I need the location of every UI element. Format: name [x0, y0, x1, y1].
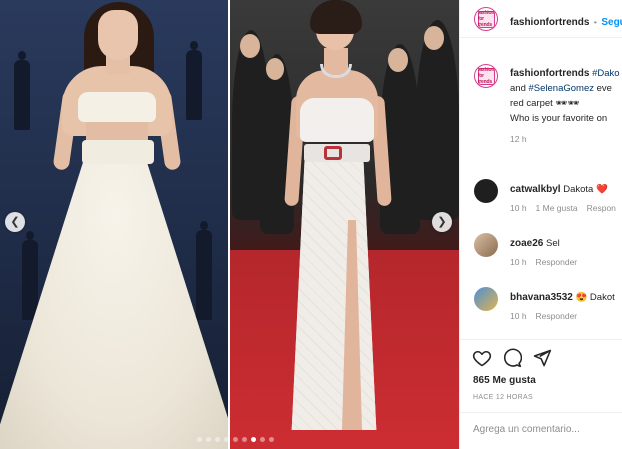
comment-username[interactable]: catwalkbyl	[510, 184, 561, 195]
avatar[interactable]: fashion for trends	[474, 64, 498, 88]
comments-list[interactable]: fashion for trends fashionfortrends #Dak…	[460, 39, 622, 339]
separator-dot: •	[593, 17, 597, 27]
crowd-face	[240, 34, 260, 58]
post-header: fashion for trends fashionfortrends • Se…	[460, 0, 622, 38]
comment-username[interactable]: zoae26	[510, 238, 543, 249]
backdrop-statue	[22, 231, 38, 320]
post-side-panel: fashion for trends fashionfortrends • Se…	[459, 0, 622, 449]
comment-meta: 10 h Responder	[510, 257, 586, 267]
carousel-indicator	[197, 437, 274, 442]
backdrop-statue	[196, 221, 212, 320]
carousel-dot	[206, 437, 211, 442]
comment-body: Sel	[546, 238, 560, 249]
caption-text: and	[510, 83, 529, 94]
comment-time: 10 h	[510, 257, 527, 267]
figure-face	[98, 10, 138, 60]
heart-icon[interactable]	[472, 348, 492, 368]
comment-body: 😍 Dakot	[575, 292, 615, 303]
carousel-dot	[215, 437, 220, 442]
add-comment-bar	[460, 412, 622, 449]
dress-skirt	[291, 160, 377, 430]
comment-row: zoae26 Sel 10 h Responder	[460, 233, 622, 277]
crowd-face	[266, 58, 284, 80]
post-actions: 865 Me gusta HACE 12 HORAS	[460, 339, 622, 449]
caption-username[interactable]: fashionfortrends	[510, 68, 589, 79]
caption-text: red carpet 🕶🕶	[510, 98, 580, 109]
photo-right-selena	[230, 0, 459, 449]
comment-row: bhavana3532 😍 Dakot 10 h Responder	[460, 287, 622, 331]
carousel-dot	[224, 437, 229, 442]
comment-username[interactable]: bhavana3532	[510, 292, 573, 303]
comment-row: catwalkbyl Dakota ❤️ 10 h 1 Me gusta Respon	[460, 179, 622, 223]
carousel-dot	[242, 437, 247, 442]
caption-text: Who is your favorite on	[510, 113, 608, 124]
carousel-dot	[269, 437, 274, 442]
carousel-prev-button[interactable]: ❮	[5, 212, 25, 232]
post-time-ago: HACE 12 HORAS	[473, 394, 533, 401]
avatar[interactable]: fashion for trends	[474, 7, 498, 31]
likes-count[interactable]: 865 Me gusta	[473, 375, 536, 386]
carousel-next-button[interactable]: ❯	[432, 212, 452, 232]
comment-time: 10 h	[510, 203, 527, 213]
comment-text: bhavana3532 😍 Dakot	[510, 292, 615, 303]
comment-likes[interactable]: 1 Me gusta	[536, 203, 578, 213]
carousel-dot	[251, 437, 256, 442]
avatar[interactable]	[474, 233, 498, 257]
comment-meta: 10 h Responder	[510, 311, 586, 321]
chevron-right-icon: ❯	[437, 215, 447, 228]
comment-text: zoae26 Sel	[510, 238, 560, 249]
carousel-dot	[233, 437, 238, 442]
photo-left-dakota	[0, 0, 228, 449]
crowd-person	[416, 20, 459, 220]
comment-meta: 10 h 1 Me gusta Respon	[510, 203, 622, 213]
figure-hair	[310, 0, 362, 34]
crowd-face	[424, 26, 444, 50]
hashtag-link[interactable]: #SelenaGomez	[529, 83, 594, 94]
paper-plane-icon[interactable]	[532, 348, 552, 368]
chevron-left-icon: ❮	[10, 215, 20, 228]
comment-input[interactable]	[473, 424, 618, 435]
brand-logo-icon: fashion for trends	[477, 10, 495, 28]
backdrop-statue	[186, 41, 202, 120]
comment-bubble-icon[interactable]	[502, 348, 522, 368]
comment-text: catwalkbyl Dakota ❤️	[510, 184, 608, 195]
caption-text: eve	[593, 83, 612, 94]
crowd-face	[388, 48, 408, 72]
carousel-dot	[260, 437, 265, 442]
avatar[interactable]	[474, 179, 498, 203]
carousel-dot	[197, 437, 202, 442]
belt-buckle	[324, 146, 342, 160]
avatar[interactable]	[474, 287, 498, 311]
post-username[interactable]: fashionfortrends	[510, 17, 589, 28]
header-user: fashionfortrends • Segu	[510, 12, 622, 30]
reply-button[interactable]: Respon	[587, 203, 616, 213]
reply-button[interactable]: Responder	[536, 311, 578, 321]
dress-bustier	[300, 98, 374, 142]
post-media-carousel: ❮ ❯	[0, 0, 459, 449]
comment-body: Dakota ❤️	[563, 184, 608, 195]
follow-button[interactable]: Segu	[601, 17, 622, 28]
brand-logo-icon: fashion for trends	[477, 67, 495, 85]
comment-time: 10 h	[510, 311, 527, 321]
hashtag-link[interactable]: #Dako	[592, 68, 619, 79]
caption-time: 12 h	[510, 134, 527, 144]
gown-waistband	[82, 140, 154, 164]
backdrop-statue	[14, 51, 30, 130]
reply-button[interactable]: Responder	[536, 257, 578, 267]
gown-top	[78, 92, 156, 122]
post-caption: fashionfortrends #Dako and #SelenaGomez …	[510, 66, 622, 147]
